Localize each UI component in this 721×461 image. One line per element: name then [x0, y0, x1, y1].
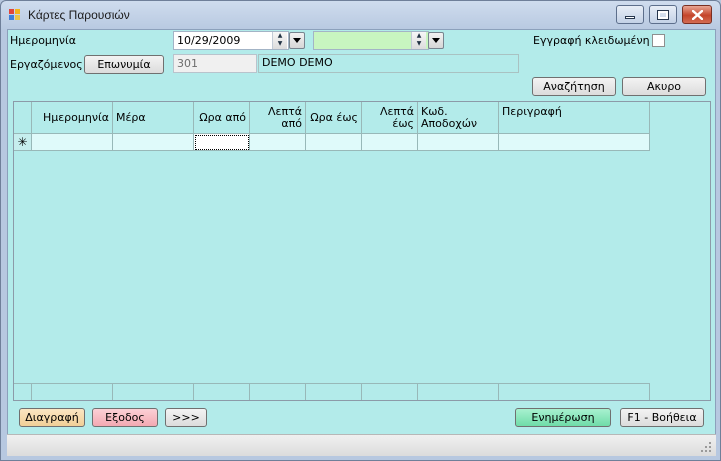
spin-up-icon: ▲	[416, 32, 422, 39]
column-header-label: Ημερομηνία	[42, 110, 109, 124]
employee-name-field: DEMO DEMO	[258, 54, 519, 73]
grid-cell[interactable]	[499, 134, 650, 151]
grid-new-row[interactable]: ✳	[14, 134, 650, 151]
column-header-day[interactable]: Μέρα	[113, 102, 194, 134]
grid-cell[interactable]	[362, 134, 418, 151]
footer-cell	[14, 383, 32, 400]
new-row-marker: ✳	[17, 135, 28, 149]
close-icon	[691, 9, 703, 20]
next-button[interactable]: >>>	[165, 408, 207, 427]
window-title: Κάρτες Παρουσιών	[28, 8, 130, 22]
footer-cell	[32, 383, 113, 400]
attendance-grid[interactable]: Ημερομηνία Μέρα Ωρα από Λεπτά από Ωρα έω…	[13, 101, 711, 401]
grid-cell[interactable]	[113, 134, 194, 151]
chevron-down-icon	[293, 38, 301, 43]
date-from-spinner[interactable]: ▲ ▼	[272, 32, 287, 49]
app-window-icon	[9, 9, 21, 21]
date-to-dropdown-button[interactable]	[428, 32, 444, 49]
spin-down-icon: ▼	[416, 40, 422, 47]
grid-cell[interactable]	[418, 134, 499, 151]
footer-cell	[306, 383, 362, 400]
grid-footer-row	[14, 383, 650, 400]
spin-down-icon: ▼	[277, 40, 283, 47]
column-header-date[interactable]: Ημερομηνία	[32, 102, 113, 134]
close-button[interactable]	[682, 5, 712, 24]
title-bar[interactable]: Κάρτες Παρουσιών	[1, 1, 720, 29]
spin-up-icon: ▲	[277, 32, 283, 39]
row-header-corner	[14, 102, 32, 134]
locked-record-label: Εγγραφή κλειδωμένη	[533, 34, 650, 47]
column-header-label: Κωδ. Αποδοχών	[421, 105, 478, 130]
grid-cell[interactable]	[250, 134, 306, 151]
date-from-dropdown-button[interactable]	[289, 32, 305, 49]
maximize-button[interactable]	[649, 5, 677, 24]
minimize-button[interactable]	[616, 5, 644, 24]
column-header-label: Μέρα	[116, 110, 146, 124]
employee-name-value: DEMO DEMO	[262, 56, 333, 69]
help-button[interactable]: F1 - Βοήθεια	[620, 408, 704, 427]
grid-cell-focused[interactable]	[194, 134, 250, 151]
column-header-description[interactable]: Περιγραφή	[499, 102, 650, 134]
column-header-minutes-from[interactable]: Λεπτά από	[250, 102, 306, 134]
date-to-spinner[interactable]: ▲ ▼	[411, 32, 426, 49]
new-row-marker-icon: ✳	[14, 134, 32, 151]
attendance-cards-window: Κάρτες Παρουσιών Ημερομηνία 10/29/2009 ▲…	[0, 0, 721, 461]
column-header-label: Λεπτά από	[268, 104, 302, 130]
footer-cell	[499, 383, 650, 400]
column-header-label: Περιγραφή	[502, 105, 562, 118]
surname-button[interactable]: Επωνυμία	[84, 55, 164, 74]
cancel-button[interactable]: Ακυρο	[622, 77, 706, 96]
grid-cell[interactable]	[306, 134, 362, 151]
chevron-down-icon	[432, 38, 440, 43]
employee-code-value: 301	[177, 57, 198, 70]
maximize-icon	[657, 9, 669, 20]
status-bar	[7, 434, 716, 456]
column-header-label: Λεπτά έως	[380, 104, 414, 130]
footer-cell	[194, 383, 250, 400]
update-button[interactable]: Ενημέρωση	[515, 408, 611, 427]
date-label: Ημερομηνία	[10, 34, 77, 47]
column-header-time-to[interactable]: Ωρα έως	[306, 102, 362, 134]
column-header-time-from[interactable]: Ωρα από	[194, 102, 250, 134]
column-header-label: Ωρα από	[199, 110, 246, 124]
grid-header-row: Ημερομηνία Μέρα Ωρα από Λεπτά από Ωρα έω…	[14, 102, 650, 134]
grid-cell[interactable]	[32, 134, 113, 151]
footer-cell	[418, 383, 499, 400]
footer-cell	[113, 383, 194, 400]
column-header-label: Ωρα έως	[310, 110, 358, 124]
exit-button[interactable]: Εξοδος	[92, 408, 158, 427]
column-header-earnings-code[interactable]: Κωδ. Αποδοχών	[418, 102, 499, 134]
footer-cell	[362, 383, 418, 400]
form-client-area: Ημερομηνία 10/29/2009 ▲ ▼ ▲ ▼ Εγγραφή κλει…	[7, 29, 716, 456]
minimize-icon	[625, 16, 635, 19]
date-from-value: 10/29/2009	[177, 34, 241, 47]
resize-grip-icon[interactable]	[700, 441, 712, 453]
locked-record-checkbox[interactable]	[652, 34, 665, 47]
column-header-minutes-to[interactable]: Λεπτά έως	[362, 102, 418, 134]
delete-button[interactable]: Διαγραφή	[19, 408, 85, 427]
employee-code-field[interactable]: 301	[173, 54, 257, 73]
employee-label: Εργαζόμενος	[10, 58, 83, 71]
search-button[interactable]: Αναζήτηση	[532, 77, 616, 96]
footer-cell	[250, 383, 306, 400]
